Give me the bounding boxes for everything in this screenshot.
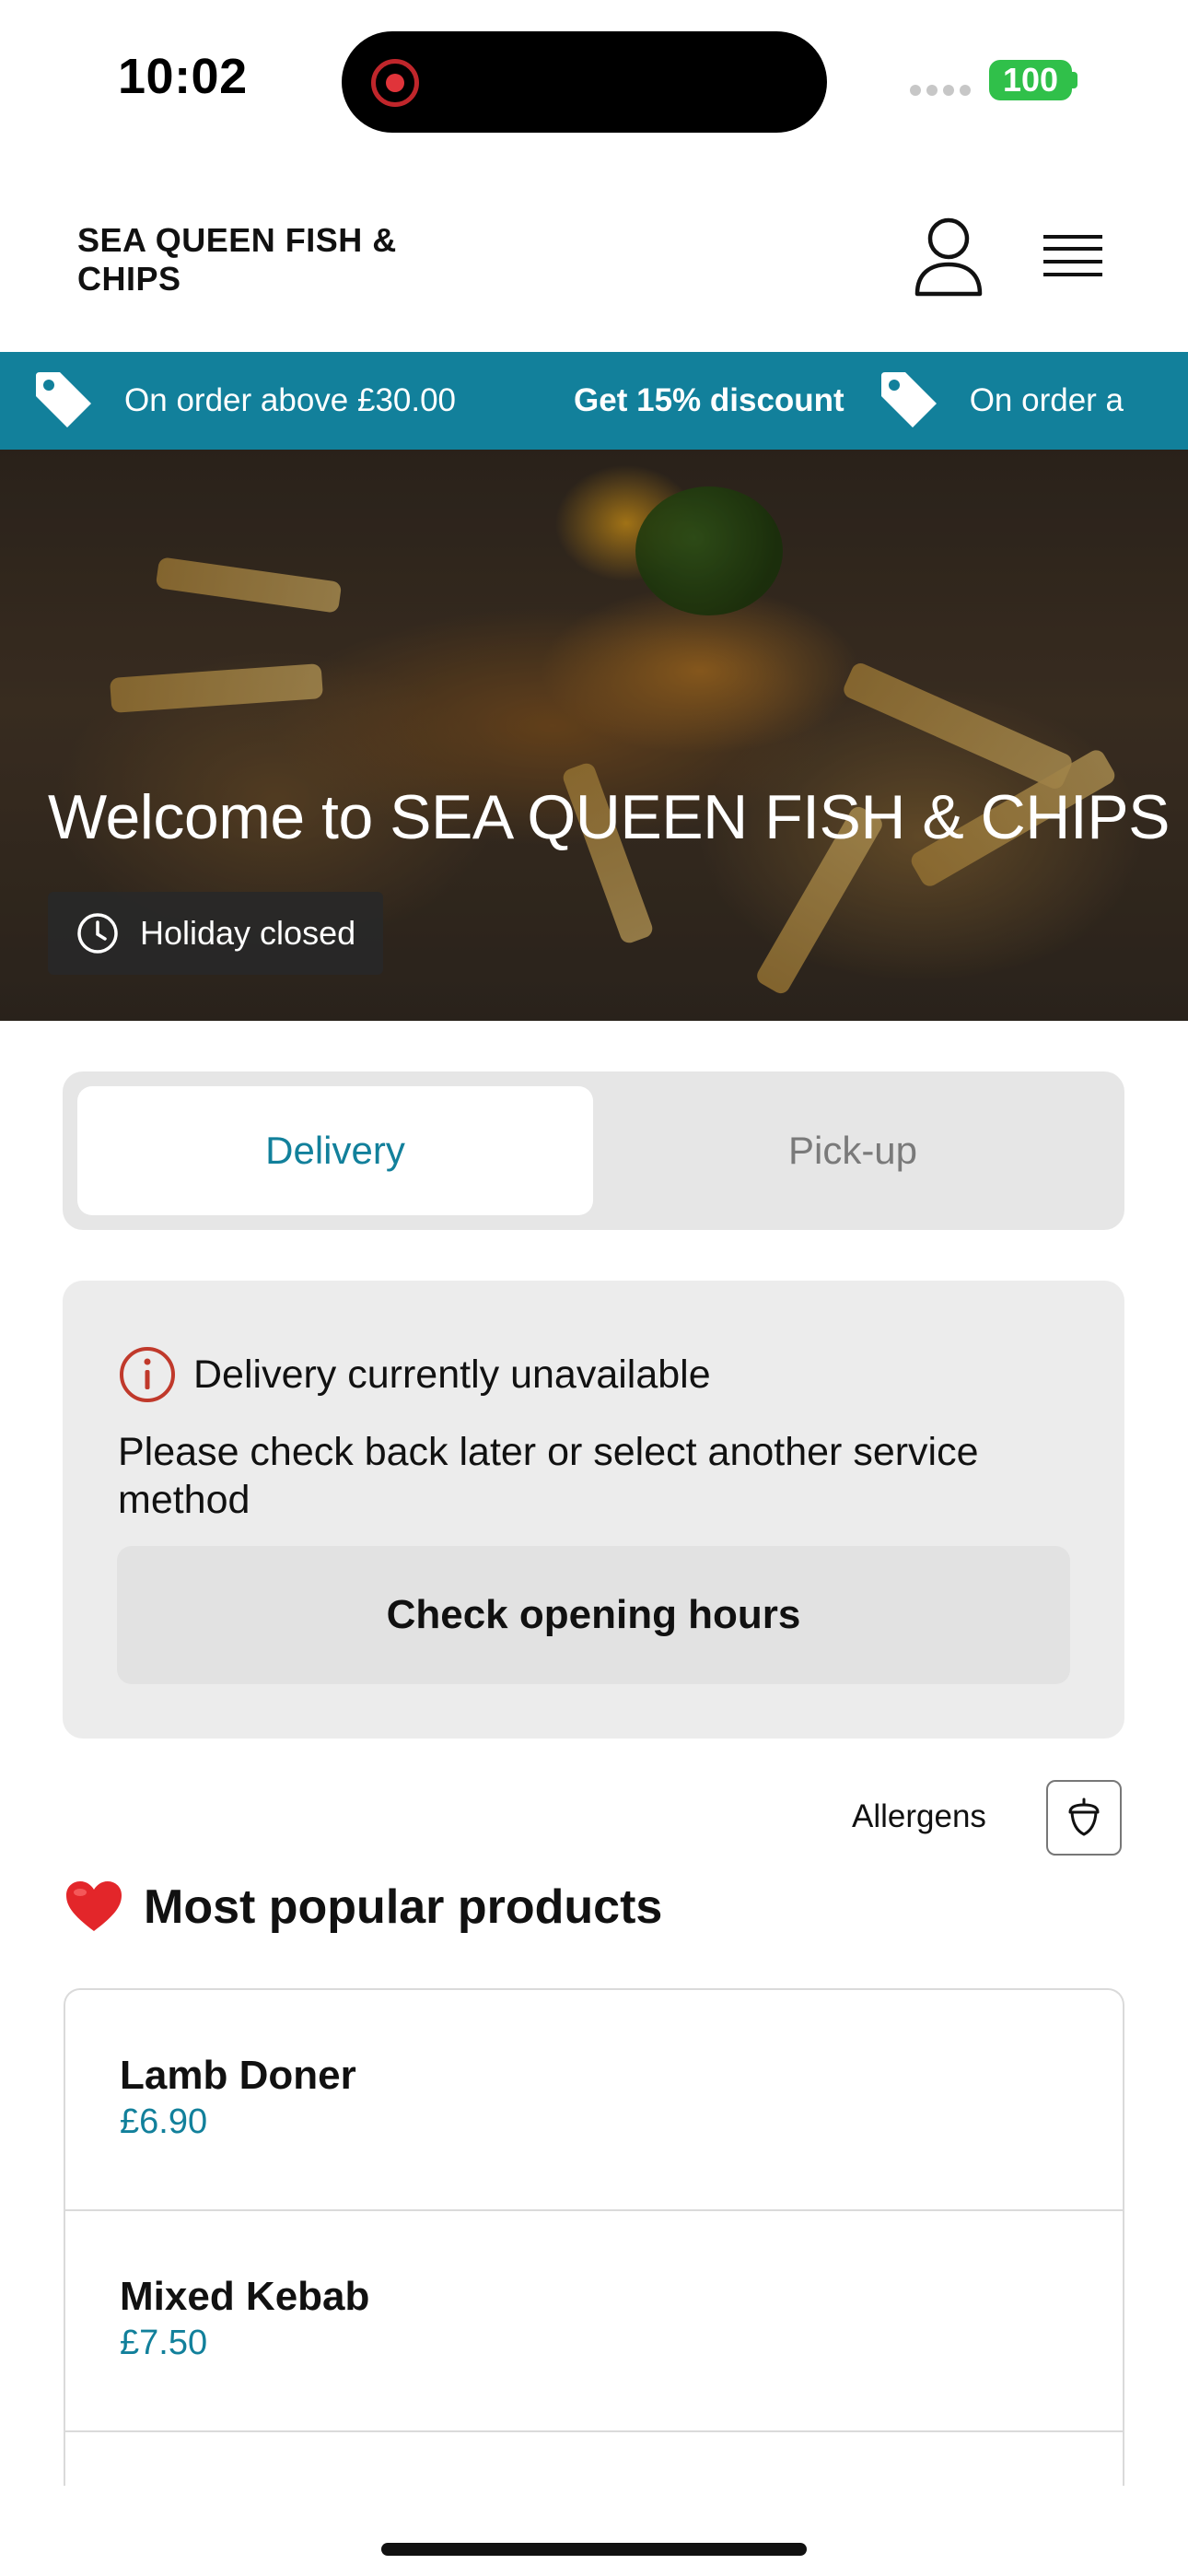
- notice-body: Please check back later or select anothe…: [118, 1430, 979, 1522]
- allergens-button[interactable]: [1046, 1780, 1122, 1856]
- promo-bold: Get 15% discount: [574, 382, 844, 418]
- promo-banner: nt On order above £30.00 Get 15% discoun…: [0, 352, 1188, 450]
- clock-icon: [77, 913, 118, 954]
- site-header: SEA QUEEN FISH & CHIPS: [0, 166, 1188, 352]
- promo-text: On order above £30.00: [124, 382, 457, 418]
- store-status-badge: Holiday closed: [48, 892, 384, 975]
- hero-banner: Welcome to SEA QUEEN FISH & CHIPS Holida…: [0, 450, 1188, 1021]
- hamburger-menu-icon: [1043, 235, 1102, 276]
- battery-icon: 100: [989, 60, 1072, 100]
- cellular-signal-icon: [910, 85, 971, 96]
- screen-recording-icon: [371, 59, 419, 107]
- popular-products-heading: Most popular products: [64, 1879, 662, 1935]
- status-bar: 10:02 100: [0, 0, 1188, 166]
- notice-heading: Delivery currently unavailable: [118, 1345, 711, 1404]
- user-icon: [914, 217, 983, 297]
- product-card[interactable]: Lamb Doner £6.90: [65, 1990, 1123, 2211]
- delivery-unavailable-card: Delivery currently unavailable Please ch…: [63, 1281, 1124, 1739]
- store-status-text: Holiday closed: [140, 914, 356, 952]
- home-indicator[interactable]: [381, 2543, 807, 2556]
- popular-products-title: Most popular products: [144, 1880, 663, 1934]
- promo-item: Get 15% discount On order a: [574, 369, 1188, 433]
- status-time: 10:02: [118, 49, 248, 104]
- battery-tip: [1072, 72, 1077, 88]
- promo-text: On order a: [969, 382, 1124, 418]
- tab-pickup[interactable]: Pick-up: [595, 1086, 1111, 1215]
- service-method-toggle: Delivery Pick-up: [63, 1071, 1124, 1230]
- brand-name[interactable]: SEA QUEEN FISH & CHIPS: [77, 221, 464, 299]
- notice-title: Delivery currently unavailable: [193, 1352, 711, 1397]
- allergens-label: Allergens: [852, 1798, 986, 1834]
- check-opening-hours-button[interactable]: Check opening hours: [117, 1546, 1070, 1684]
- dynamic-island: [342, 31, 827, 133]
- popular-products-list: Lamb Doner £6.90 Mixed Kebab £7.50: [64, 1988, 1124, 2486]
- product-price: £7.50: [120, 2324, 208, 2362]
- promo-item: nt: [0, 382, 32, 419]
- acorn-icon: [1068, 1797, 1100, 1836]
- heart-icon: [66, 1881, 122, 1931]
- promo-track: nt On order above £30.00 Get 15% discoun…: [0, 352, 1188, 450]
- product-name: Mixed Kebab: [120, 2274, 370, 2319]
- info-circle-icon: [120, 1347, 175, 1402]
- menu-button[interactable]: [1041, 226, 1105, 290]
- hero-title: Welcome to SEA QUEEN FISH & CHIPS: [48, 782, 1170, 852]
- account-button[interactable]: [912, 217, 985, 299]
- promo-item: On order above £30.00: [32, 369, 574, 433]
- tag-icon: [36, 372, 92, 427]
- tab-delivery[interactable]: Delivery: [77, 1086, 593, 1215]
- tag-icon: [880, 372, 937, 427]
- product-card[interactable]: Mixed Kebab £7.50: [65, 2211, 1123, 2432]
- product-name: Lamb Doner: [120, 2053, 356, 2098]
- product-price: £6.90: [120, 2102, 208, 2141]
